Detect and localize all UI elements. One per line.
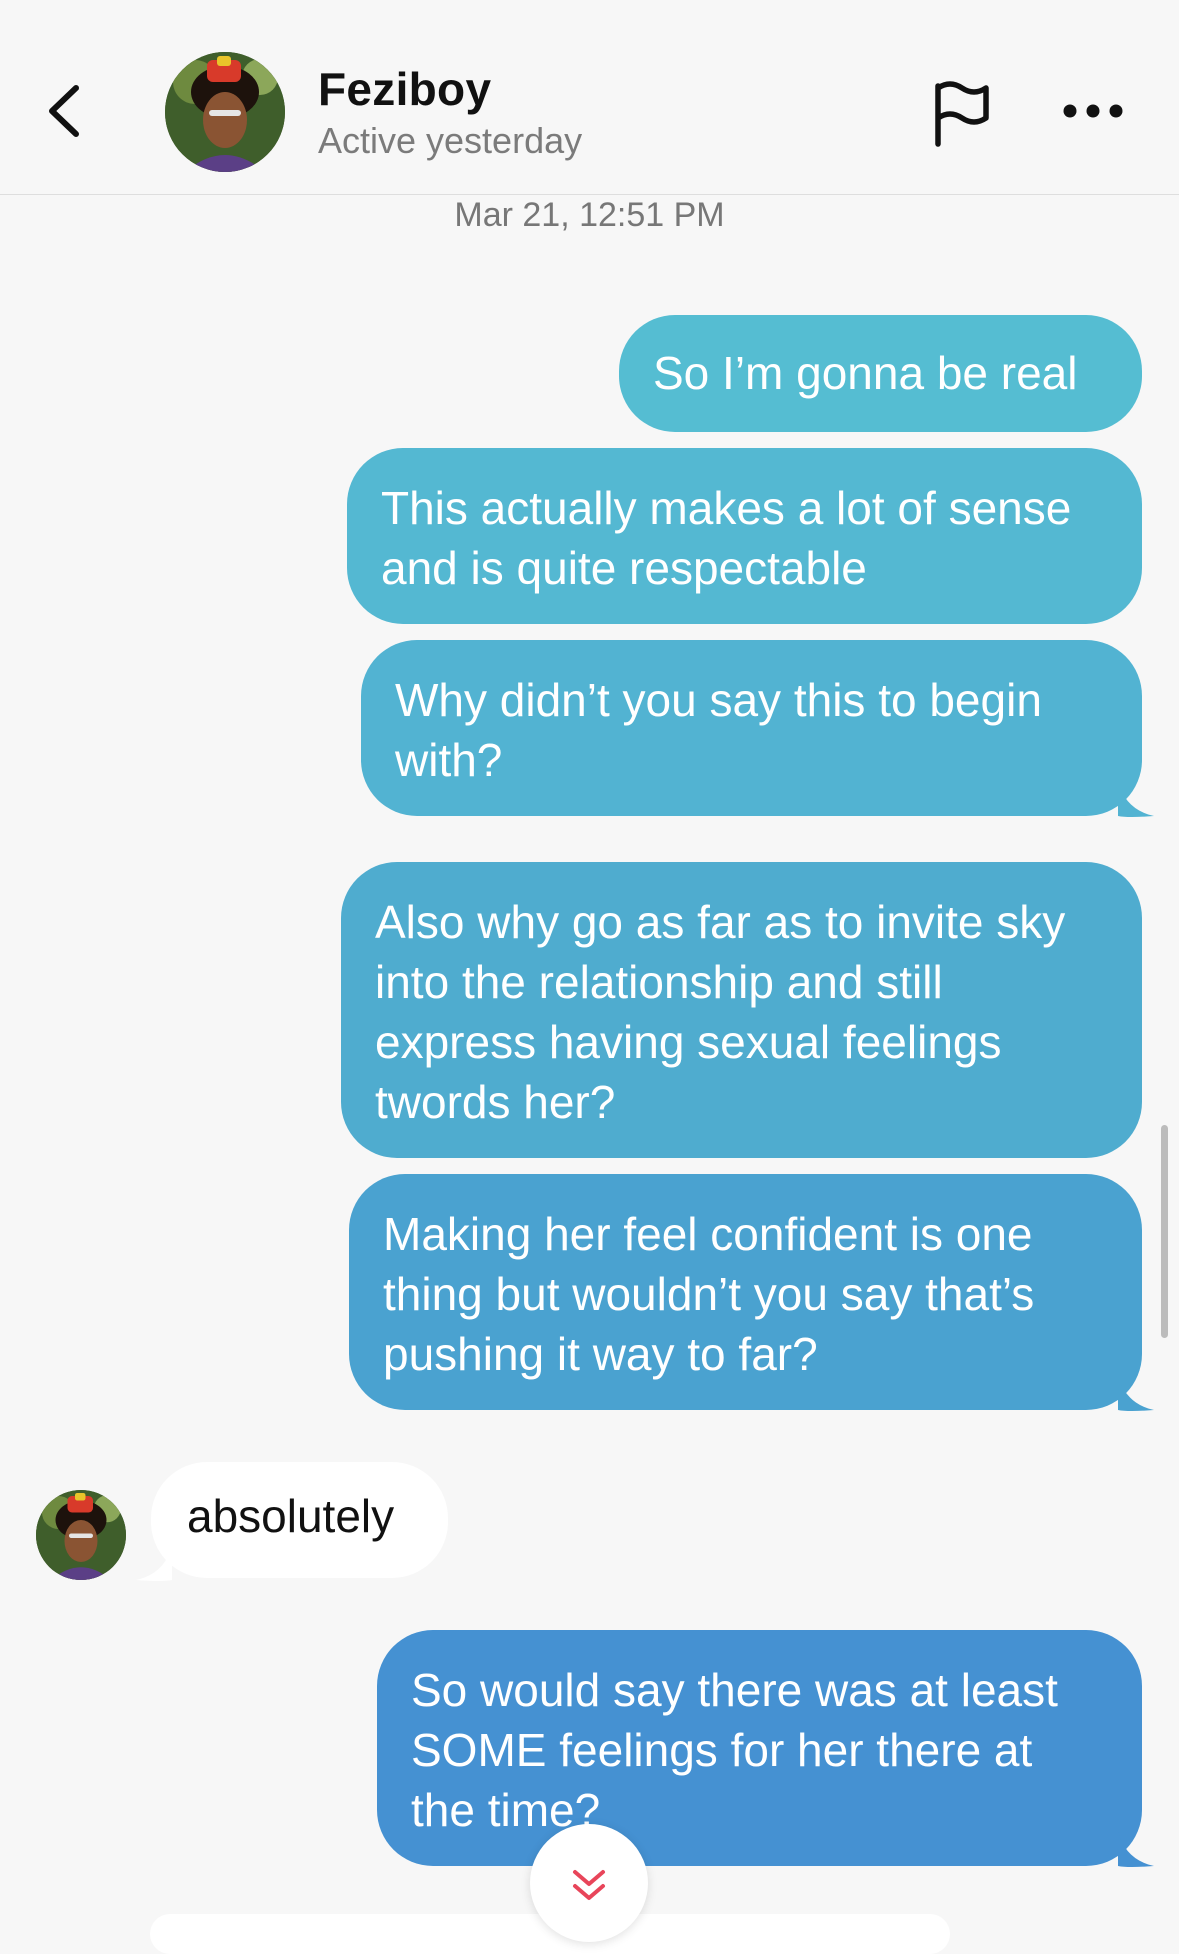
double-chevron-down-icon bbox=[573, 1870, 605, 1900]
chat-header: Feziboy Active yesterday bbox=[0, 0, 1179, 195]
back-button[interactable] bbox=[42, 78, 92, 144]
chevron-left-icon bbox=[49, 85, 79, 137]
message-line: with? bbox=[395, 734, 503, 786]
message-line: So I’m gonna be real bbox=[653, 347, 1078, 399]
contact-avatar[interactable] bbox=[165, 52, 285, 172]
incoming-message[interactable]: absolutely bbox=[151, 1462, 448, 1578]
scroll-to-bottom-button[interactable] bbox=[530, 1824, 648, 1942]
report-button[interactable] bbox=[930, 78, 994, 148]
outgoing-message[interactable]: So would say there was at least SOME fee… bbox=[377, 1630, 1142, 1866]
message-line: Why didn’t you say this to begin bbox=[395, 674, 1042, 726]
outgoing-message[interactable]: Why didn’t you say this to begin with? bbox=[361, 640, 1142, 816]
more-options-button[interactable] bbox=[1060, 96, 1126, 126]
flag-icon bbox=[935, 81, 989, 147]
bubble-tail bbox=[136, 1546, 172, 1581]
avatar-image bbox=[36, 1490, 126, 1580]
message-line: absolutely bbox=[187, 1490, 395, 1542]
message-line: thing but wouldn’t you say that’s bbox=[383, 1268, 1035, 1320]
message-line: This actually makes a lot of sense bbox=[381, 482, 1072, 534]
message-line: the time? bbox=[411, 1784, 601, 1836]
message-line: and is quite respectable bbox=[381, 542, 867, 594]
message-line: twords her? bbox=[375, 1076, 616, 1128]
message-line: Making her feel confident is one bbox=[383, 1208, 1033, 1260]
message-line: into the relationship and still bbox=[375, 956, 943, 1008]
message-line: SOME feelings for her there at bbox=[411, 1724, 1033, 1776]
message-line: Also why go as far as to invite sky bbox=[375, 896, 1066, 948]
contact-name[interactable]: Feziboy bbox=[318, 62, 491, 116]
message-line: express having sexual feelings bbox=[375, 1016, 1002, 1068]
bubble-tail bbox=[1118, 782, 1154, 817]
message-line: pushing it way to far? bbox=[383, 1328, 818, 1380]
message-line: So would say there was at least bbox=[411, 1664, 1058, 1716]
message-timestamp: Mar 21, 12:51 PM bbox=[454, 196, 725, 234]
sender-avatar[interactable] bbox=[36, 1490, 126, 1580]
bubble-tail bbox=[1118, 1376, 1154, 1411]
bubble-tail bbox=[1118, 1832, 1154, 1867]
outgoing-message[interactable]: Also why go as far as to invite sky into… bbox=[341, 862, 1142, 1158]
outgoing-message[interactable]: So I’m gonna be real bbox=[619, 315, 1142, 432]
more-horizontal-icon bbox=[1063, 104, 1123, 118]
scrollbar[interactable] bbox=[1161, 1125, 1168, 1338]
contact-status: Active yesterday bbox=[318, 120, 583, 161]
avatar-image bbox=[165, 52, 285, 172]
outgoing-message[interactable]: Making her feel confident is one thing b… bbox=[349, 1174, 1142, 1410]
outgoing-message[interactable]: This actually makes a lot of sense and i… bbox=[347, 448, 1142, 624]
